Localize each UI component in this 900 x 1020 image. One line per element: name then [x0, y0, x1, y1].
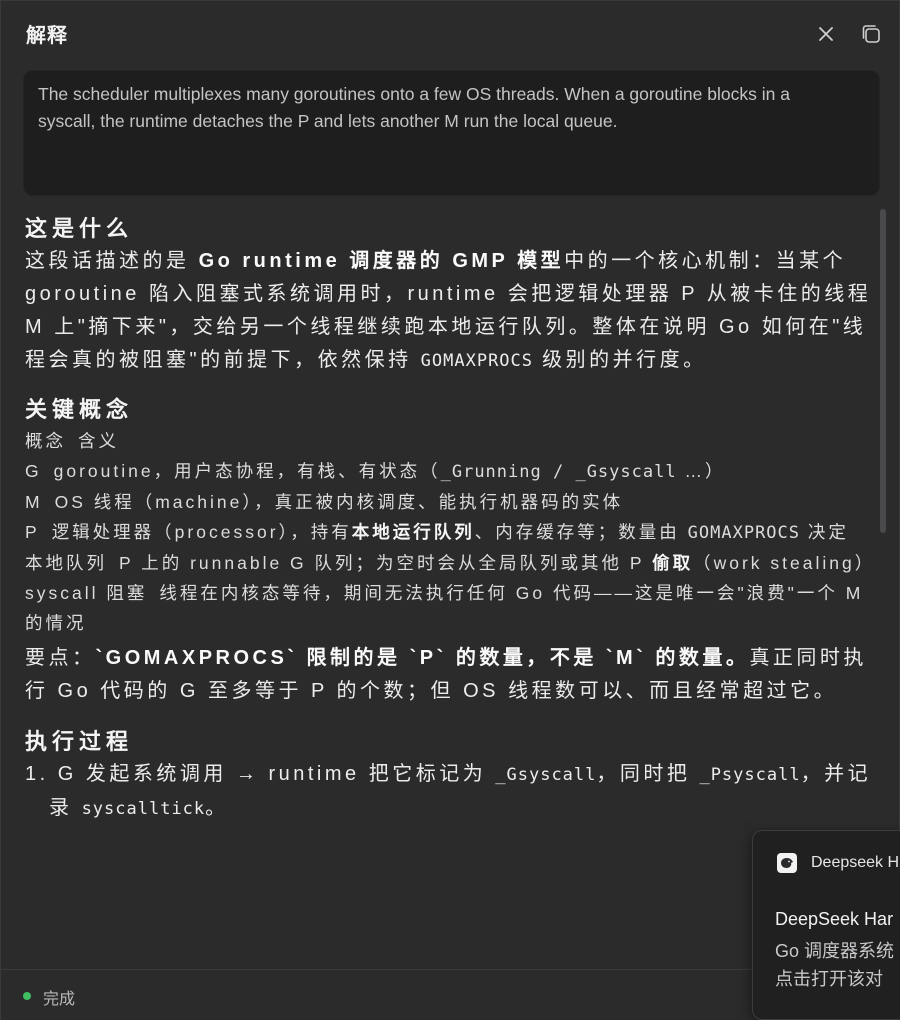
heading-what: 这是什么 — [25, 216, 134, 241]
concept-row-syscall: syscall 阻塞 线程在内核态等待，期间无法执行任何 Go 代码——这是唯一会… — [25, 578, 877, 638]
title-bar: 解释 — [1, 1, 900, 63]
concept-text: 决定 — [800, 522, 849, 542]
close-icon — [819, 27, 833, 41]
copy-button[interactable] — [858, 21, 884, 47]
what-text-3: 级别的并行度。 — [533, 349, 707, 371]
heading-process: 执行过程 — [25, 729, 134, 754]
concept-bold: 本地运行队列 — [351, 522, 475, 542]
concept-row-m: M OS 线程（machine），真正被内核调度、能执行机器码的实体 — [25, 487, 877, 517]
concept-text: goroutine，用户态协程，有栈、有状态（ — [53, 461, 441, 481]
process-step-1: 1. G 发起系统调用 → runtime 把它标记为 _Gsyscall，同时… — [25, 758, 877, 826]
concept-key: syscall 阻塞 — [25, 583, 148, 603]
concept-text: …） — [676, 461, 726, 481]
concept-bold: 偷取 — [652, 553, 694, 573]
concept-row-p: P 逻辑处理器（processor），持有本地运行队列、内存缓存等；数量由 GOM… — [25, 517, 877, 548]
toast-body-line-2: 点击打开该对 — [775, 969, 883, 989]
concept-text: P 上的 runnable G 队列；为空时会从全局队列或其他 P — [119, 553, 653, 573]
meaning-col-header: 含义 — [78, 431, 119, 451]
source-text: The scheduler multiplexes many goroutine… — [38, 84, 790, 131]
what-code-gomaxprocs: GOMAXPROCS — [420, 351, 534, 371]
concept-text: （work stealing） — [693, 553, 876, 573]
step-text: 。 — [205, 797, 229, 819]
status-text: 完成 — [43, 991, 76, 1008]
window-title: 解释 — [26, 25, 68, 47]
concept-key: P — [25, 522, 40, 542]
step-text: 1. G 发起系统调用 → runtime 把它标记为 — [25, 763, 496, 785]
concept-text: 逻辑处理器（processor），持有 — [51, 522, 352, 542]
toast-app-header: Deepseek H — [777, 853, 899, 873]
concept-key: 本地队列 — [25, 553, 107, 573]
step-code: _Gsyscall — [495, 765, 597, 785]
notification-toast[interactable]: Deepseek H DeepSeek Har Go 调度器系统 点击打开该对 — [752, 830, 900, 1020]
concept-text: OS 线程（machine），真正被内核调度、能执行机器码的实体 — [54, 492, 624, 512]
concept-code: _Grunning — [440, 462, 542, 482]
status-dot-icon — [23, 992, 31, 1000]
copy-icon — [862, 25, 880, 43]
deepseek-logo-icon — [777, 853, 797, 873]
concept-code: GOMAXPROCS — [687, 523, 801, 543]
concept-key: G — [25, 461, 42, 481]
concept-row-local-queue: 本地队列 P 上的 runnable G 队列；为空时会从全局队列或其他 P 偷取… — [25, 548, 877, 578]
step-text: ，同时把 — [596, 763, 700, 785]
toast-title: DeepSeek Har — [775, 909, 894, 929]
keypoint-bold: `GOMAXPROCS` 限制的是 `P` 的数量，不是 `M` 的数量。 — [95, 647, 750, 669]
heading-concepts: 关键概念 — [25, 397, 134, 422]
keypoint-label: 要点： — [25, 647, 96, 669]
concept-col-header: 概念 — [25, 431, 66, 451]
concept-separator: / — [541, 462, 576, 482]
explanation-content[interactable]: 这是什么 这段话描述的是 Go runtime 调度器的 GMP 模型中的一个核… — [25, 213, 877, 969]
close-button[interactable] — [813, 21, 839, 47]
concept-code: _Gsyscall — [575, 462, 677, 482]
content-scrollbar[interactable] — [880, 209, 886, 533]
concept-row-g: Ggoroutine，用户态协程，有栈、有状态（_Grunning / _Gsy… — [25, 456, 877, 487]
what-bold-gmp: Go runtime 调度器的 GMP 模型 — [198, 250, 565, 272]
concept-key: M — [25, 492, 43, 512]
concept-text: 线程在内核态等待，期间无法执行任何 Go 代码——这是唯一会"浪费"一个 M 的… — [25, 583, 864, 633]
keypoint-paragraph: 要点：`GOMAXPROCS` 限制的是 `P` 的数量，不是 `M` 的数量。… — [25, 642, 877, 708]
concepts-table-header: 概念 含义 — [25, 426, 877, 456]
step-code: _Psyscall — [699, 765, 801, 785]
toast-app-name: Deepseek H — [811, 854, 900, 871]
toast-body-line-1: Go 调度器系统 — [775, 941, 895, 961]
step-code: syscalltick — [81, 799, 206, 819]
what-paragraph: 这段话描述的是 Go runtime 调度器的 GMP 模型中的一个核心机制：当… — [25, 245, 877, 378]
concept-text: 、内存缓存等；数量由 — [474, 522, 688, 542]
source-text-box[interactable]: The scheduler multiplexes many goroutine… — [23, 70, 880, 196]
what-text-1: 这段话描述的是 — [25, 250, 199, 272]
